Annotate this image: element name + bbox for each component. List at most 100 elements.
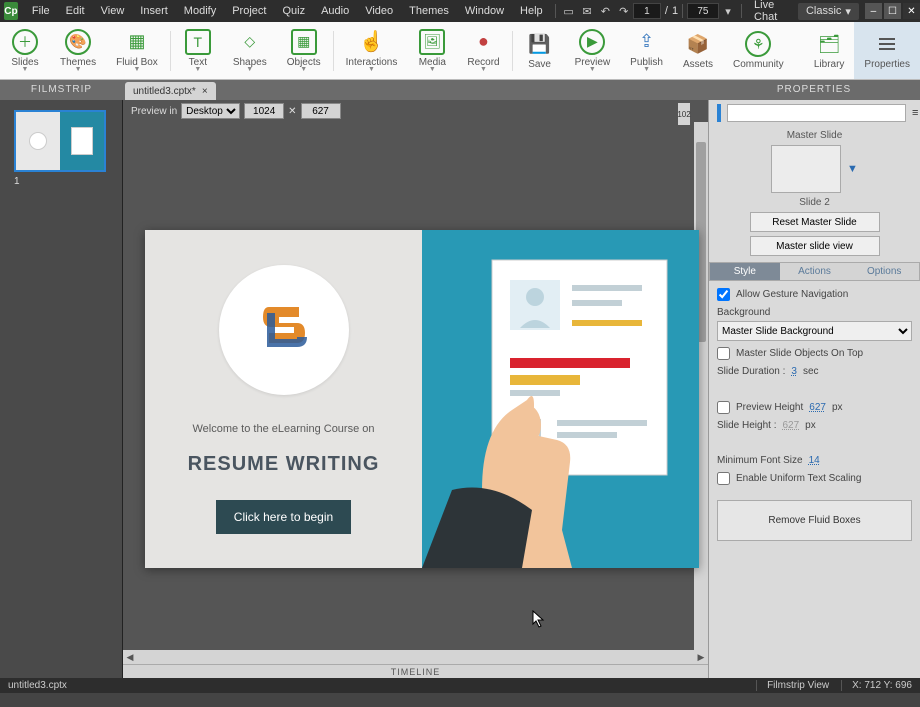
next-page-icon[interactable]: ↷ bbox=[618, 3, 630, 19]
ribbon-save[interactable]: 💾Save bbox=[515, 22, 565, 79]
ribbon-community[interactable]: ⚘Community bbox=[723, 22, 794, 79]
mail-icon[interactable]: ✉ bbox=[581, 3, 593, 19]
ribbon-record[interactable]: ●Record▼ bbox=[457, 22, 509, 79]
slide-left-panel: Welcome to the eLearning Course on RESUM… bbox=[145, 230, 422, 568]
filmstrip-panel-header: FILMSTRIP bbox=[0, 80, 123, 100]
tab-style[interactable]: Style bbox=[710, 263, 780, 280]
tab-row: FILMSTRIP untitled3.cptx* × PROPERTIES bbox=[0, 80, 920, 100]
prev-page-icon[interactable]: ↶ bbox=[599, 3, 611, 19]
ribbon-preview[interactable]: ▶Preview▼ bbox=[565, 22, 621, 79]
preview-height-value[interactable]: 627 bbox=[809, 402, 826, 413]
ribbon-interactions[interactable]: ☝Interactions▼ bbox=[336, 22, 408, 79]
ribbon-objects[interactable]: ▦Objects▼ bbox=[277, 22, 331, 79]
menu-file[interactable]: File bbox=[24, 5, 58, 17]
app-logo: Cp bbox=[4, 2, 18, 20]
publish-icon: ⇪ bbox=[634, 29, 660, 55]
min-font-value[interactable]: 14 bbox=[809, 455, 820, 466]
save-icon: 💾 bbox=[527, 31, 553, 57]
properties-tabs: Style Actions Options bbox=[709, 262, 920, 281]
slide-height-value: 627 bbox=[782, 420, 799, 431]
timeline-panel-header[interactable]: TIMELINE bbox=[123, 664, 708, 678]
reset-master-slide-button[interactable]: Reset Master Slide bbox=[750, 212, 880, 232]
master-slide-dropdown-icon[interactable]: ▼ bbox=[847, 163, 858, 175]
status-file: untitled3.cptx bbox=[8, 680, 67, 691]
canvas-area: Preview in Desktop ✕ 102 Welcome to the bbox=[123, 100, 708, 678]
shapes-icon: ◇ bbox=[237, 29, 263, 55]
media-icon: 🖼 bbox=[419, 29, 445, 55]
maximize-button[interactable]: ☐ bbox=[884, 3, 901, 19]
ribbon-assets[interactable]: 📦Assets bbox=[673, 22, 723, 79]
ribbon-properties[interactable]: Properties bbox=[854, 22, 920, 79]
zoom-dropdown-icon[interactable]: ▾ bbox=[722, 3, 734, 19]
menu-themes[interactable]: Themes bbox=[401, 5, 457, 17]
canvas-height-input[interactable] bbox=[301, 103, 341, 119]
close-window-button[interactable]: ✕ bbox=[903, 3, 920, 19]
minimize-button[interactable]: – bbox=[865, 3, 882, 19]
remove-fluid-boxes-button[interactable]: Remove Fluid Boxes bbox=[717, 500, 912, 541]
slide-stage[interactable]: Welcome to the eLearning Course on RESUM… bbox=[145, 230, 699, 568]
ribbon-text[interactable]: TText▼ bbox=[173, 22, 223, 79]
menu-window[interactable]: Window bbox=[457, 5, 512, 17]
tab-options[interactable]: Options bbox=[849, 263, 919, 280]
live-chat-link[interactable]: Live Chat bbox=[746, 0, 798, 23]
scroll-left-icon[interactable]: ◀ bbox=[123, 652, 137, 663]
slide-name-input[interactable] bbox=[727, 104, 906, 122]
allow-gesture-checkbox[interactable] bbox=[717, 288, 730, 301]
ribbon-shapes[interactable]: ◇Shapes▼ bbox=[223, 22, 277, 79]
slide-name-label: Slide 2 bbox=[709, 197, 920, 208]
tab-actions[interactable]: Actions bbox=[780, 263, 850, 280]
canvas-toolbar: Preview in Desktop ✕ 102 bbox=[123, 100, 708, 122]
status-view: Filmstrip View bbox=[756, 680, 829, 691]
page-current-input[interactable] bbox=[633, 3, 661, 19]
menu-edit[interactable]: Edit bbox=[58, 5, 93, 17]
allow-gesture-label: Allow Gesture Navigation bbox=[736, 289, 848, 300]
menu-quiz[interactable]: Quiz bbox=[274, 5, 313, 17]
fluidbox-icon: ▦ bbox=[124, 29, 150, 55]
scroll-right-icon[interactable]: ▶ bbox=[694, 652, 708, 663]
master-slide-view-button[interactable]: Master slide view bbox=[750, 236, 880, 256]
menu-project[interactable]: Project bbox=[224, 5, 274, 17]
master-objects-top-checkbox[interactable] bbox=[717, 347, 730, 360]
workspace-dropdown[interactable]: Classic▾ bbox=[798, 3, 859, 20]
text-icon: T bbox=[185, 29, 211, 55]
menu-view[interactable]: View bbox=[93, 5, 133, 17]
page-total: 1 bbox=[672, 5, 678, 17]
main-area: 1 Preview in Desktop ✕ 102 bbox=[0, 100, 920, 678]
menu-insert[interactable]: Insert bbox=[132, 5, 176, 17]
layout-icon[interactable]: ▭ bbox=[562, 3, 574, 19]
master-slide-thumbnail[interactable] bbox=[771, 145, 841, 193]
preview-device-select[interactable]: Desktop bbox=[181, 103, 240, 119]
slide-type-icon bbox=[717, 104, 721, 122]
slide-thumbnail-1[interactable] bbox=[14, 110, 106, 172]
slide-duration-value[interactable]: 3 bbox=[791, 366, 797, 377]
objects-icon: ▦ bbox=[291, 29, 317, 55]
canvas-viewport[interactable]: Welcome to the eLearning Course on RESUM… bbox=[123, 122, 708, 650]
library-icon: 🗂 bbox=[816, 31, 842, 57]
begin-button[interactable]: Click here to begin bbox=[216, 500, 351, 534]
close-tab-icon[interactable]: × bbox=[202, 86, 208, 97]
ribbon-slides[interactable]: ＋Slides▼ bbox=[0, 22, 50, 79]
preview-height-checkbox[interactable] bbox=[717, 401, 730, 414]
ribbon-fluidbox[interactable]: ▦Fluid Box▼ bbox=[106, 22, 168, 79]
ribbon-publish[interactable]: ⇪Publish▼ bbox=[620, 22, 673, 79]
menu-help[interactable]: Help bbox=[512, 5, 551, 17]
ribbon-library[interactable]: 🗂Library bbox=[804, 22, 855, 79]
menu-modify[interactable]: Modify bbox=[176, 5, 224, 17]
uniform-scaling-checkbox[interactable] bbox=[717, 472, 730, 485]
ribbon-media[interactable]: 🖼Media▼ bbox=[407, 22, 457, 79]
ribbon-themes[interactable]: 🎨Themes▼ bbox=[50, 22, 106, 79]
course-title: RESUME WRITING bbox=[188, 453, 380, 476]
palette-icon: 🎨 bbox=[65, 29, 91, 55]
canvas-width-input[interactable] bbox=[244, 103, 284, 119]
file-tab[interactable]: untitled3.cptx* × bbox=[125, 82, 216, 100]
menu-audio[interactable]: Audio bbox=[313, 5, 357, 17]
horizontal-scrollbar[interactable]: ◀ ▶ bbox=[123, 650, 708, 664]
list-options-icon[interactable]: ≡ bbox=[912, 107, 918, 119]
background-select[interactable]: Master Slide Background bbox=[717, 321, 912, 341]
menu-video[interactable]: Video bbox=[357, 5, 401, 17]
slide-height-unit: px bbox=[805, 420, 816, 431]
mouse-cursor-icon bbox=[532, 610, 546, 631]
zoom-input[interactable] bbox=[687, 3, 719, 19]
community-icon: ⚘ bbox=[745, 31, 771, 57]
link-dimensions-icon[interactable]: ✕ bbox=[288, 106, 296, 117]
